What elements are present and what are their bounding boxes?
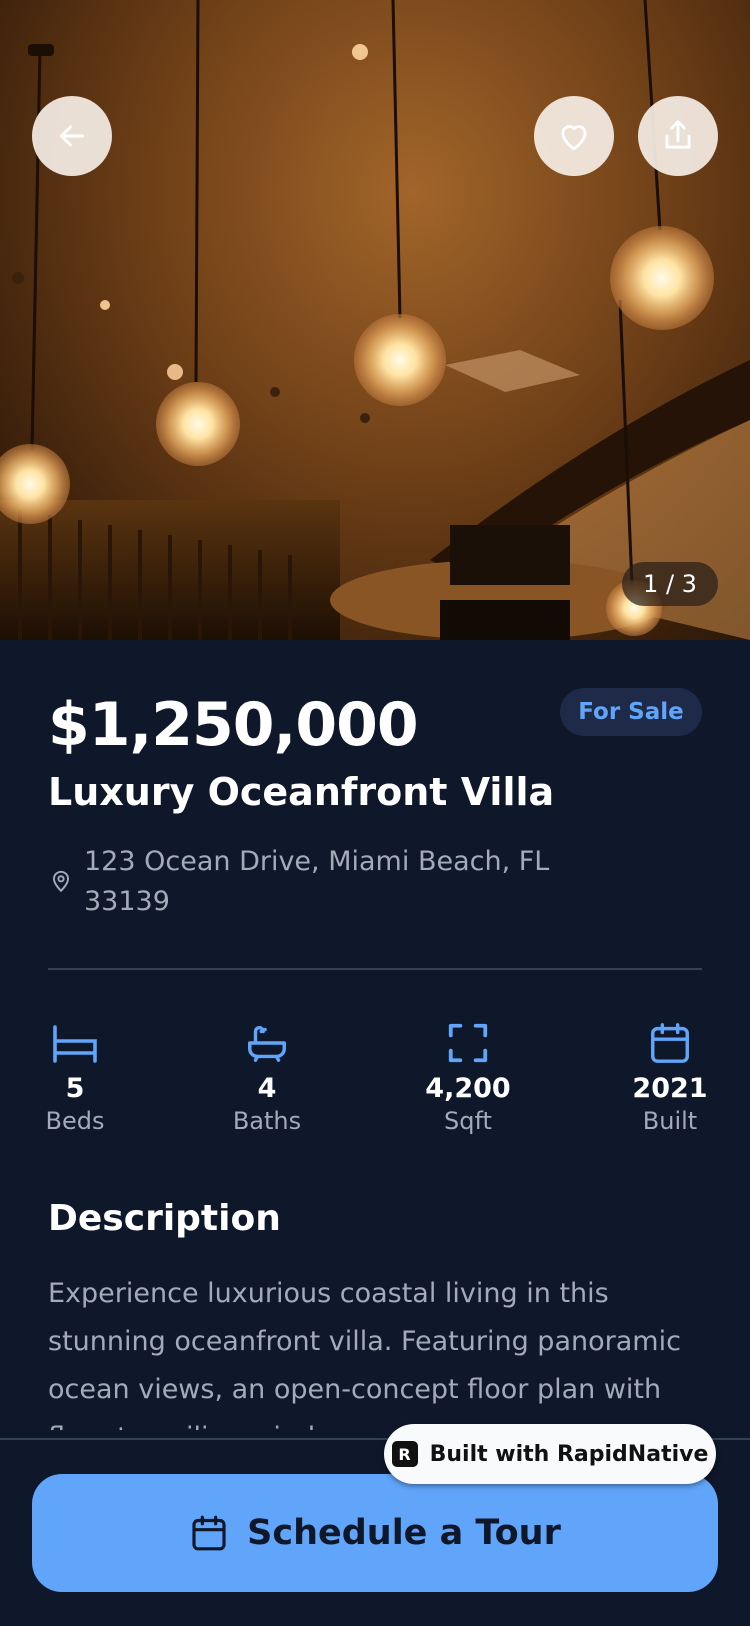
stat-beds: 5 Beds (20, 1018, 130, 1136)
rapidnative-logo-icon: R (391, 1441, 418, 1467)
stat-sqft: 4,200 Sqft (413, 1018, 523, 1136)
address-text: 123 Ocean Drive, Miami Beach, FL 33139 (84, 846, 550, 917)
favorite-button[interactable] (534, 96, 614, 176)
stat-built: 2021 Built (615, 1018, 725, 1136)
status-badge: For Sale (560, 688, 702, 736)
location-pin-icon (52, 870, 70, 893)
stat-label: Beds (45, 1107, 105, 1135)
divider (48, 968, 702, 970)
pendant-lights-photo (0, 0, 750, 640)
bathtub-icon (248, 1025, 286, 1062)
stat-value: 5 (65, 1073, 85, 1104)
listing-title: Luxury Oceanfront Villa (48, 770, 555, 814)
photo-counter: 1 / 3 (622, 562, 718, 606)
stat-label: Baths (232, 1107, 302, 1135)
schedule-tour-button[interactable]: Schedule a Tour (32, 1474, 718, 1592)
stat-value: 4,200 (425, 1073, 511, 1104)
calendar-icon (651, 1023, 689, 1063)
stat-label: Sqft (444, 1107, 492, 1135)
property-photo[interactable]: 1 / 3 (0, 0, 750, 640)
built-with-label: Built with RapidNative (429, 1441, 709, 1467)
description-text: Experience luxurious coastal living in t… (48, 1278, 681, 1430)
built-with-badge[interactable]: R Built with RapidNative (384, 1424, 716, 1484)
listing-price: $1,250,000 (48, 690, 419, 760)
stat-value: 4 (257, 1073, 277, 1104)
stat-baths: 4 Baths (212, 1018, 322, 1136)
share-button[interactable] (638, 96, 718, 176)
area-icon (448, 1023, 488, 1063)
heart-icon (561, 125, 587, 151)
description-heading: Description (48, 1198, 281, 1239)
schedule-tour-label: Schedule a Tour (247, 1513, 561, 1553)
bed-icon (53, 1025, 97, 1063)
back-button[interactable] (32, 96, 112, 176)
arrow-left-icon (60, 125, 84, 147)
share-icon (665, 120, 691, 149)
property-stats: 5 Beds 4 Baths 4,200 Sqft 2021 Built (46, 1018, 708, 1148)
calendar-icon (192, 1515, 226, 1551)
stat-label: Built (642, 1107, 698, 1135)
stat-value: 2021 (632, 1073, 708, 1104)
